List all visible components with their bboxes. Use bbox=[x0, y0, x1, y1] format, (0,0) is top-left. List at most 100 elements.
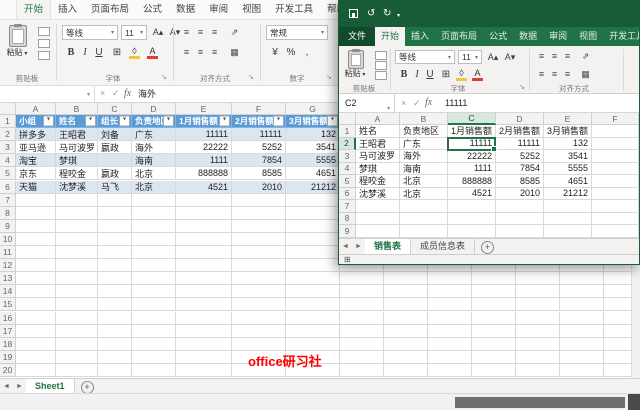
cell-C5[interactable]: 嬴政 bbox=[98, 167, 132, 181]
fill-color-icon[interactable]: ◊ bbox=[455, 68, 468, 81]
cell-H19[interactable] bbox=[340, 350, 384, 364]
cell-B11[interactable] bbox=[56, 246, 98, 260]
cell-A4[interactable]: 梦琪 bbox=[356, 162, 400, 175]
cell-D8[interactable] bbox=[496, 212, 544, 225]
ribbon-tab-front-数据[interactable]: 数据 bbox=[513, 27, 543, 46]
horizontal-scrollbar-thumb[interactable] bbox=[455, 397, 625, 408]
name-box-front[interactable]: C2 ▾ bbox=[339, 94, 395, 113]
cell-E3[interactable]: 3541 bbox=[544, 150, 592, 163]
cell-M18[interactable] bbox=[560, 337, 604, 351]
font-dialog-launcher-icon[interactable]: ↘ bbox=[161, 73, 167, 81]
bold-icon[interactable]: B bbox=[397, 68, 411, 81]
column-header-E[interactable]: E bbox=[544, 113, 592, 125]
ribbon-tab-front-视图[interactable]: 视图 bbox=[573, 27, 603, 46]
ribbon-tab-front-公式[interactable]: 公式 bbox=[483, 27, 513, 46]
fx-icon[interactable]: fx bbox=[124, 88, 131, 99]
cell-E2[interactable]: 132 bbox=[544, 137, 592, 150]
cell-A19[interactable] bbox=[16, 350, 56, 364]
cell-A5[interactable]: 程咬金 bbox=[356, 175, 400, 188]
row-header-4[interactable]: 4 bbox=[0, 154, 16, 168]
cell-C19[interactable] bbox=[98, 350, 132, 364]
font-color-icon[interactable]: A bbox=[471, 68, 484, 81]
column-header-F[interactable]: F bbox=[232, 103, 286, 115]
cell-I13[interactable] bbox=[384, 272, 428, 286]
currency-icon[interactable]: ¥ bbox=[268, 46, 282, 59]
cell-C11[interactable] bbox=[98, 246, 132, 260]
cell-A12[interactable] bbox=[16, 259, 56, 273]
cell-C8[interactable] bbox=[448, 212, 496, 225]
formula-value-front[interactable]: 11111 bbox=[445, 94, 467, 113]
cell-G8[interactable] bbox=[286, 206, 340, 220]
cell-C3[interactable]: 22222 bbox=[448, 150, 496, 163]
cell-A5[interactable]: 京东 bbox=[16, 167, 56, 181]
cell-J13[interactable] bbox=[428, 272, 472, 286]
cell-D12[interactable] bbox=[132, 259, 176, 273]
cell-G17[interactable] bbox=[286, 324, 340, 338]
cell-E8[interactable] bbox=[544, 212, 592, 225]
cell-J15[interactable] bbox=[428, 298, 472, 312]
cell-D2[interactable]: 11111 bbox=[496, 137, 544, 150]
cell-F6[interactable]: 2010 bbox=[232, 180, 286, 194]
row-header-15[interactable]: 15 bbox=[0, 298, 16, 312]
paste-button[interactable]: 粘贴 ▾ bbox=[0, 47, 34, 58]
cell-G3[interactable]: 3541 bbox=[286, 141, 340, 155]
align-left-icon[interactable]: ≡ bbox=[535, 68, 548, 81]
cell-F5[interactable]: 8585 bbox=[232, 167, 286, 181]
ribbon-tab-公式[interactable]: 公式 bbox=[136, 0, 169, 19]
filter-button-E[interactable]: ▾ bbox=[219, 115, 230, 127]
align-right-icon[interactable]: ≡ bbox=[208, 46, 221, 59]
cell-B3[interactable]: 马可波罗 bbox=[56, 141, 98, 155]
cell-F2[interactable]: 11111 bbox=[232, 128, 286, 142]
ribbon-tab-数据[interactable]: 数据 bbox=[169, 0, 202, 19]
row-header-7[interactable]: 7 bbox=[0, 193, 16, 207]
cell-C6[interactable]: 马飞 bbox=[98, 180, 132, 194]
cell-F8[interactable] bbox=[232, 206, 286, 220]
cell-E9[interactable] bbox=[544, 225, 592, 238]
cell-J14[interactable] bbox=[428, 285, 472, 299]
cell-A16[interactable] bbox=[16, 311, 56, 325]
merge-center-icon[interactable]: ▦ bbox=[579, 68, 592, 81]
ribbon-tab-front-插入[interactable]: 插入 bbox=[405, 27, 435, 46]
cell-D10[interactable] bbox=[132, 232, 176, 246]
cell-B8[interactable] bbox=[400, 212, 448, 225]
cell-G6[interactable]: 21212 bbox=[286, 180, 340, 194]
borders-icon[interactable]: ⊞ bbox=[439, 68, 453, 81]
cell-C4[interactable] bbox=[98, 154, 132, 168]
cell-A9[interactable] bbox=[356, 225, 400, 238]
grid-corner[interactable] bbox=[339, 113, 356, 125]
paste-icon[interactable] bbox=[348, 50, 364, 69]
sheet-nav-left-icon[interactable]: ◄ bbox=[339, 239, 352, 254]
cell-K20[interactable] bbox=[472, 363, 516, 377]
cell-E7[interactable] bbox=[176, 193, 232, 207]
number-dialog-launcher-icon[interactable]: ↘ bbox=[326, 73, 332, 81]
cell-J18[interactable] bbox=[428, 337, 472, 351]
cell-B19[interactable] bbox=[56, 350, 98, 364]
sheet-tab-成员信息表[interactable]: 成员信息表 bbox=[411, 239, 476, 254]
cell-M15[interactable] bbox=[560, 298, 604, 312]
cell-E10[interactable] bbox=[176, 232, 232, 246]
cell-M20[interactable] bbox=[560, 363, 604, 377]
cell-B10[interactable] bbox=[56, 232, 98, 246]
cell-D2[interactable]: 广东 bbox=[132, 128, 176, 142]
cell-A1[interactable]: 姓名 bbox=[356, 125, 400, 138]
cell-F1[interactable] bbox=[592, 125, 639, 138]
cell-D4[interactable]: 7854 bbox=[496, 162, 544, 175]
cell-G12[interactable] bbox=[286, 259, 340, 273]
orientation-icon[interactable]: ⇗ bbox=[579, 50, 592, 63]
cell-D13[interactable] bbox=[132, 272, 176, 286]
cell-F5[interactable] bbox=[592, 175, 639, 188]
sheet-nav-right-icon[interactable]: ► bbox=[352, 239, 365, 254]
cell-A9[interactable] bbox=[16, 219, 56, 233]
cell-K14[interactable] bbox=[472, 285, 516, 299]
column-header-C[interactable]: C bbox=[98, 103, 132, 115]
cell-B9[interactable] bbox=[400, 225, 448, 238]
cell-E6[interactable]: 21212 bbox=[544, 187, 592, 200]
font-name-select[interactable]: 等线 ▾ bbox=[395, 50, 455, 64]
cell-F15[interactable] bbox=[232, 298, 286, 312]
cell-E15[interactable] bbox=[176, 298, 232, 312]
column-header-C[interactable]: C bbox=[448, 113, 496, 125]
cell-F10[interactable] bbox=[232, 232, 286, 246]
column-header-D[interactable]: D bbox=[496, 113, 544, 125]
column-header-G[interactable]: G bbox=[286, 103, 340, 115]
cell-B4[interactable]: 海南 bbox=[400, 162, 448, 175]
